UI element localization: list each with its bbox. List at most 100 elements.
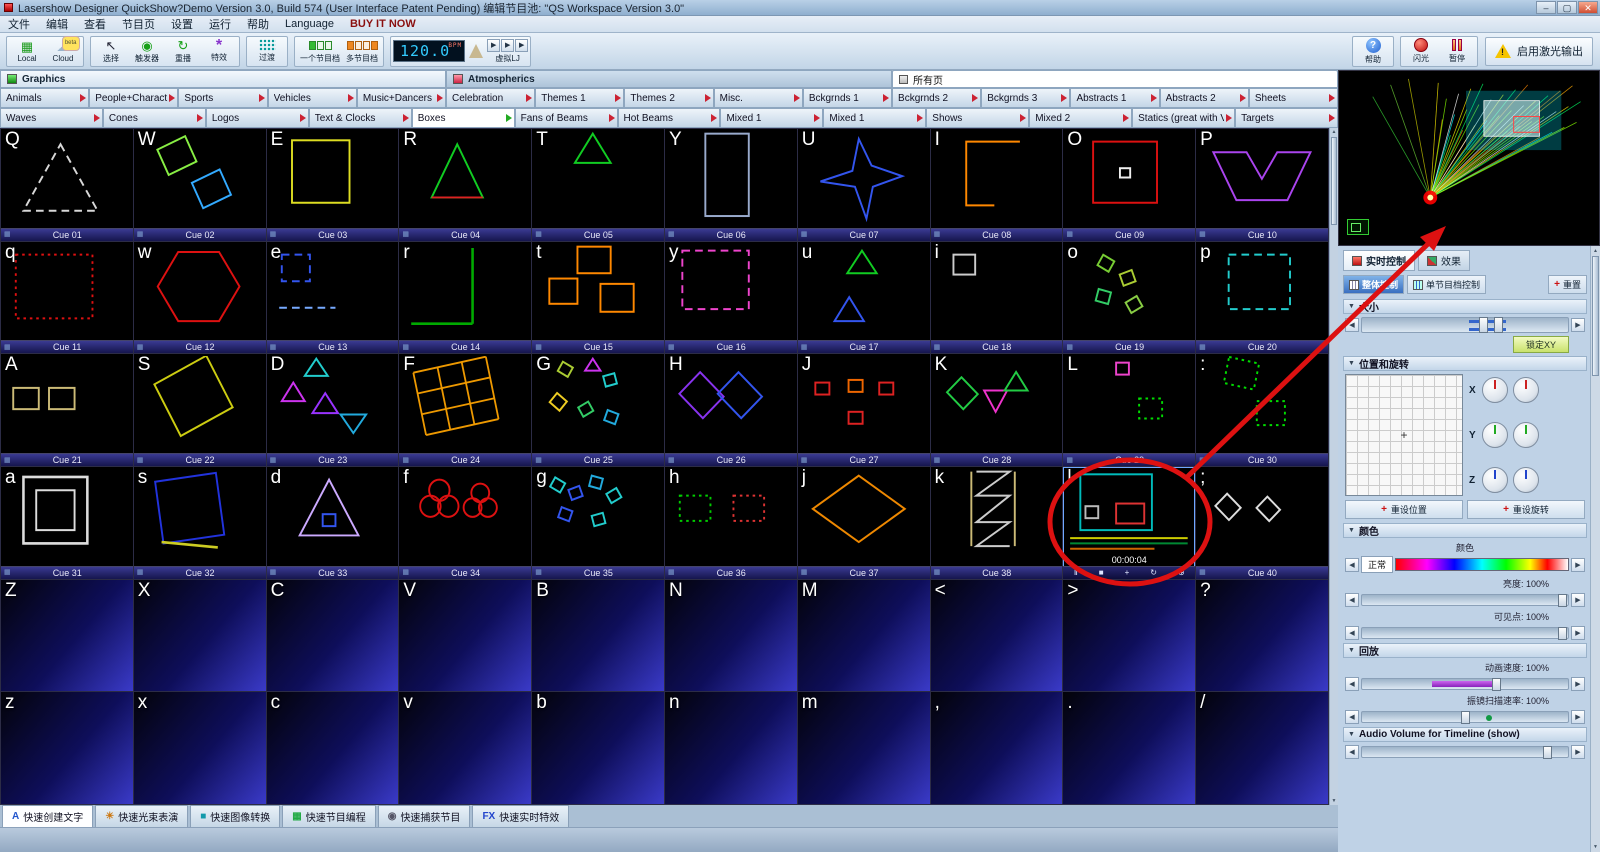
- pause-icon[interactable]: Ⅱ: [1074, 568, 1078, 577]
- stop-icon[interactable]: ■: [1099, 568, 1104, 577]
- empty-cue-cell[interactable]: <: [931, 580, 1064, 693]
- reset-button[interactable]: + 重置: [1548, 275, 1587, 294]
- category-tab[interactable]: Abstracts 1: [1070, 88, 1159, 108]
- category-tab[interactable]: Abstracts 2: [1160, 88, 1249, 108]
- z-rotation-knob[interactable]: [1513, 467, 1539, 493]
- flash-button[interactable]: 闪光: [1403, 37, 1439, 66]
- category-tab[interactable]: Bckgrnds 1: [803, 88, 892, 108]
- effect-tool-button[interactable]: * 特效: [201, 37, 237, 66]
- points-thumb[interactable]: [1558, 627, 1567, 640]
- animation-speed-slider[interactable]: ◀ ▶: [1345, 677, 1585, 691]
- z-position-knob[interactable]: [1482, 467, 1508, 493]
- quick-tool-tab[interactable]: ▦快速节目编程: [282, 805, 375, 827]
- cue-cell[interactable]: D▦Cue 23: [267, 354, 400, 467]
- menu-item[interactable]: 文件: [0, 16, 38, 32]
- scan-rate-slider[interactable]: ◀ ▶: [1345, 710, 1585, 724]
- category-tab[interactable]: Boxes: [412, 108, 515, 128]
- menu-item[interactable]: 帮助: [239, 16, 277, 32]
- category-tab[interactable]: Celebration: [446, 88, 535, 108]
- empty-cue-cell[interactable]: /: [1196, 692, 1329, 805]
- cue-cell[interactable]: ;▦Cue 40: [1196, 467, 1329, 580]
- speed-thumb[interactable]: [1492, 678, 1501, 691]
- cue-cell[interactable]: :▦Cue 30: [1196, 354, 1329, 467]
- menu-item[interactable]: 运行: [201, 16, 239, 32]
- panel-scrollbar[interactable]: ▲ ▼: [1590, 246, 1600, 852]
- cue-cell[interactable]: i▦Cue 18: [931, 242, 1064, 355]
- size-thumb-y[interactable]: [1494, 317, 1503, 333]
- replay-tool-button[interactable]: ↻ 重播: [165, 37, 201, 66]
- category-tab[interactable]: People+Characters: [89, 88, 178, 108]
- empty-cue-cell[interactable]: C: [267, 580, 400, 693]
- cue-cell[interactable]: j▦Cue 37: [798, 467, 931, 580]
- cue-cell[interactable]: J▦Cue 27: [798, 354, 931, 467]
- category-tab[interactable]: Hot Beams: [618, 108, 721, 128]
- cue-cell[interactable]: a▦Cue 31: [1, 467, 134, 580]
- y-rotation-knob[interactable]: [1513, 422, 1539, 448]
- cue-cell[interactable]: T▦Cue 05: [532, 129, 665, 242]
- cue-cell[interactable]: q▦Cue 11: [1, 242, 134, 355]
- section-header-audio[interactable]: ▼ Audio Volume for Timeline (show): [1343, 727, 1587, 742]
- rotation-icon[interactable]: ↻: [1150, 568, 1157, 577]
- category-tab[interactable]: Mixed 2: [1029, 108, 1132, 128]
- maximize-button[interactable]: ▢: [1557, 1, 1577, 14]
- cue-cell[interactable]: O▦Cue 09: [1063, 129, 1196, 242]
- cue-cell[interactable]: y▦Cue 16: [665, 242, 798, 355]
- brightness-thumb[interactable]: [1558, 594, 1567, 607]
- grid-scrollbar[interactable]: ▲ ▼: [1329, 128, 1338, 805]
- category-tab[interactable]: Music+Dancers: [357, 88, 446, 108]
- select-tool-button[interactable]: ↖ 选择: [93, 37, 129, 66]
- cue-cell[interactable]: l00:00:04Ⅱ■+↻⊕: [1063, 467, 1196, 580]
- cue-cell[interactable]: I▦Cue 08: [931, 129, 1064, 242]
- scan-thumb[interactable]: [1461, 711, 1470, 724]
- size-min-button[interactable]: ◀: [1345, 318, 1359, 332]
- empty-cue-cell[interactable]: v: [399, 692, 532, 805]
- cue-cell[interactable]: H▦Cue 26: [665, 354, 798, 467]
- scroll-up-icon[interactable]: ▲: [1330, 129, 1338, 135]
- menu-item[interactable]: 查看: [76, 16, 114, 32]
- visible-points-slider[interactable]: ◀ ▶: [1345, 626, 1585, 640]
- category-tab[interactable]: Fans of Beams: [515, 108, 618, 128]
- cue-cell[interactable]: A▦Cue 21: [1, 354, 134, 467]
- cue-cell[interactable]: p▦Cue 20: [1196, 242, 1329, 355]
- category-tab[interactable]: Mixed 1: [823, 108, 926, 128]
- category-tab[interactable]: Misc.: [714, 88, 803, 108]
- position-icon[interactable]: +: [1125, 568, 1130, 577]
- section-header-position[interactable]: ▼ 位置和旋转: [1343, 356, 1587, 371]
- category-tab[interactable]: Shows: [926, 108, 1029, 128]
- category-tab[interactable]: Vehicles: [268, 88, 357, 108]
- quick-tool-tab[interactable]: ■快速图像转换: [190, 805, 280, 827]
- lock-xy-button[interactable]: 锁定XY: [1513, 336, 1569, 353]
- cue-cell[interactable]: G▦Cue 25: [532, 354, 665, 467]
- tab-live-control[interactable]: 实时控制: [1343, 250, 1415, 271]
- cue-cell[interactable]: U▦Cue 07: [798, 129, 931, 242]
- tab-atmospherics[interactable]: Atmospherics: [446, 70, 892, 88]
- category-tab[interactable]: Targets: [1235, 108, 1338, 128]
- category-tab[interactable]: Statics (great with Virtual LJ): [1132, 108, 1235, 128]
- close-button[interactable]: ✕: [1578, 1, 1598, 14]
- bpm-display[interactable]: 120.0 BPM: [393, 40, 465, 62]
- enable-laser-output-button[interactable]: ! 启用激光输出: [1485, 37, 1593, 66]
- lj-play-button-3[interactable]: ▶: [515, 39, 528, 52]
- panel-scroll-thumb[interactable]: [1592, 256, 1599, 376]
- color-gradient-bar[interactable]: [1395, 558, 1569, 571]
- cue-cell[interactable]: L▦Cue 29: [1063, 354, 1196, 467]
- cue-cell[interactable]: S▦Cue 22: [134, 354, 267, 467]
- cue-cell[interactable]: w▦Cue 12: [134, 242, 267, 355]
- cue-cell[interactable]: E▦Cue 03: [267, 129, 400, 242]
- color-next-button[interactable]: ▶: [1571, 558, 1585, 572]
- empty-cue-cell[interactable]: ?: [1196, 580, 1329, 693]
- category-tab[interactable]: Sports: [178, 88, 267, 108]
- section-header-color[interactable]: ▼ 颜色: [1343, 523, 1587, 538]
- audio-volume-slider[interactable]: ◀ ▶: [1345, 745, 1585, 759]
- minimize-button[interactable]: –: [1536, 1, 1556, 14]
- category-tab[interactable]: Themes 1: [535, 88, 624, 108]
- overall-control-button[interactable]: 整体控制: [1343, 275, 1404, 294]
- empty-cue-cell[interactable]: >: [1063, 580, 1196, 693]
- cue-cell[interactable]: d▦Cue 33: [267, 467, 400, 580]
- quick-tool-tab[interactable]: FX快速实时特效: [472, 805, 569, 827]
- empty-cue-cell[interactable]: V: [399, 580, 532, 693]
- cue-cell[interactable]: s▦Cue 32: [134, 467, 267, 580]
- empty-cue-cell[interactable]: .: [1063, 692, 1196, 805]
- brightness-slider[interactable]: ◀ ▶: [1345, 593, 1585, 607]
- multi-cue-button[interactable]: 多节目档: [343, 37, 381, 66]
